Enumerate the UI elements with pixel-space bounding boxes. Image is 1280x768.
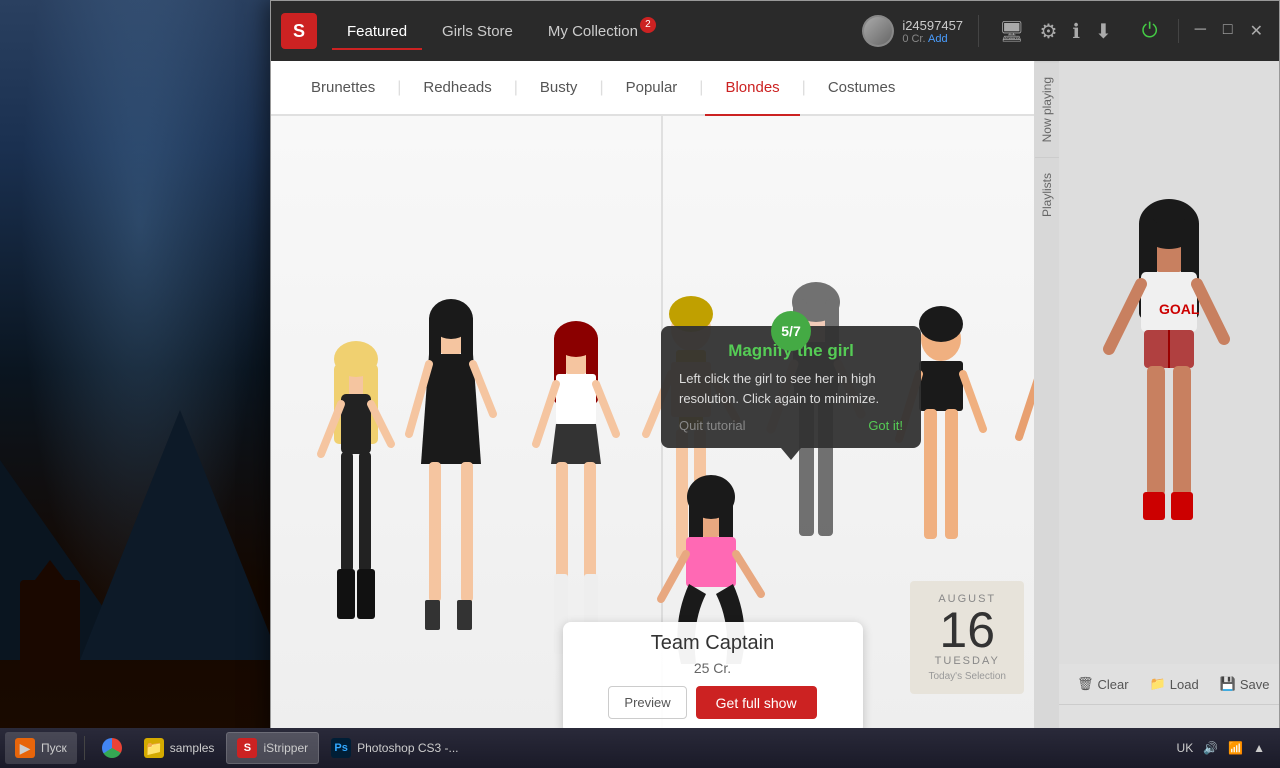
taskbar-photoshop[interactable]: Ps Photoshop CS3 -... bbox=[321, 732, 468, 764]
network-icon: 📶 bbox=[1228, 741, 1243, 755]
close-button[interactable]: ✕ bbox=[1244, 19, 1269, 43]
monitor-icon[interactable]: 🖥 bbox=[999, 19, 1024, 44]
logo-button[interactable]: S bbox=[281, 13, 317, 49]
load-icon: 📁 bbox=[1150, 676, 1166, 692]
desktop-background bbox=[0, 0, 280, 740]
my-collection-badge: 2 bbox=[640, 17, 656, 33]
preview-button[interactable]: Preview bbox=[608, 686, 686, 719]
cat-tab-busty[interactable]: Busty bbox=[520, 61, 598, 116]
calendar-day: 16 bbox=[928, 605, 1006, 655]
cat-tab-brunettes[interactable]: Brunettes bbox=[291, 61, 395, 116]
save-icon: 💾 bbox=[1220, 676, 1236, 692]
taskbar-start-button[interactable]: ▶ Пуск bbox=[5, 732, 77, 764]
main-content: Brunettes | Redheads | Busty | Popular |… bbox=[271, 61, 1034, 744]
right-panel-content: GOAL bbox=[1059, 61, 1279, 744]
cat-tab-blondes[interactable]: Blondes bbox=[705, 61, 799, 116]
tutorial-counter: 5/7 bbox=[771, 311, 811, 351]
nav-tab-girls-store[interactable]: Girls Store bbox=[427, 15, 528, 48]
calendar-weekday: TUESDAY bbox=[928, 655, 1006, 667]
info-icon[interactable]: ℹ bbox=[1072, 19, 1080, 44]
start-icon: ▶ bbox=[15, 738, 35, 758]
models-grid: Team Captain 25 Cr. Preview Get full sho… bbox=[271, 116, 1034, 744]
photoshop-label: Photoshop CS3 -... bbox=[357, 741, 458, 755]
model-credits: 25 Cr. bbox=[583, 660, 843, 676]
quit-tutorial-link[interactable]: Quit tutorial bbox=[679, 418, 745, 433]
save-button[interactable]: 💾 Save bbox=[1212, 672, 1278, 696]
cat-tab-costumes[interactable]: Costumes bbox=[808, 61, 916, 116]
calendar-widget: AUGUST 16 TUESDAY Today's Selection bbox=[910, 581, 1024, 694]
taskbar-chrome[interactable] bbox=[92, 732, 132, 764]
language-indicator: UK bbox=[1177, 741, 1194, 755]
add-credits-link[interactable]: Add bbox=[928, 33, 948, 45]
tab-playlists[interactable]: Playlists bbox=[1035, 157, 1059, 232]
right-panel: GOAL bbox=[1059, 61, 1279, 744]
istripper-icon: S bbox=[237, 738, 257, 758]
folder-icon: 📁 bbox=[144, 738, 164, 758]
model-name: Team Captain bbox=[583, 632, 843, 655]
toolbar-icons: 🖥 ⚙ ℹ ⬇ bbox=[989, 19, 1122, 44]
start-label: Пуск bbox=[41, 741, 67, 755]
arrow-up-icon[interactable]: ▲ bbox=[1253, 741, 1265, 755]
svg-text:GOAL: GOAL bbox=[1159, 301, 1200, 317]
window-controls: ─ □ ✕ bbox=[1178, 19, 1269, 43]
tab-now-playing[interactable]: Now playing bbox=[1035, 61, 1059, 157]
nav-tab-featured[interactable]: Featured bbox=[332, 15, 422, 48]
download-icon[interactable]: ⬇ bbox=[1095, 19, 1112, 44]
user-credits: 0 Cr. Add bbox=[902, 33, 963, 45]
cat-tab-popular[interactable]: Popular bbox=[606, 61, 698, 116]
model-figure-2[interactable] bbox=[401, 284, 501, 744]
nav-tab-my-collection[interactable]: My Collection 2 bbox=[533, 15, 658, 48]
title-bar: S Featured Girls Store My Collection 2 i… bbox=[271, 1, 1279, 61]
got-it-button[interactable]: Got it! bbox=[868, 418, 903, 433]
istripper-label: iStripper bbox=[263, 741, 308, 755]
taskbar-istripper[interactable]: S iStripper bbox=[226, 732, 319, 764]
now-playing-display: GOAL bbox=[1059, 61, 1279, 664]
power-icon[interactable]: ⏻ bbox=[1132, 20, 1168, 43]
user-details: i24597457 0 Cr. Add bbox=[902, 18, 963, 45]
app-window: S Featured Girls Store My Collection 2 i… bbox=[270, 0, 1280, 745]
main-nav: Featured Girls Store My Collection 2 bbox=[332, 15, 847, 48]
get-full-show-button[interactable]: Get full show bbox=[696, 686, 817, 719]
models-background: Team Captain 25 Cr. Preview Get full sho… bbox=[271, 116, 1034, 744]
maximize-button[interactable]: □ bbox=[1217, 19, 1239, 43]
model-figure-1[interactable] bbox=[311, 324, 401, 744]
title-bar-right: i24597457 0 Cr. Add 🖥 ⚙ ℹ ⬇ ⏻ ─ □ ✕ bbox=[847, 15, 1269, 47]
settings-icon[interactable]: ⚙ bbox=[1039, 19, 1057, 44]
tooltip-actions: Quit tutorial Got it! bbox=[679, 418, 903, 433]
speaker-icon[interactable]: 🔊 bbox=[1203, 741, 1218, 755]
content-area: Brunettes | Redheads | Busty | Popular |… bbox=[271, 61, 1279, 744]
folder-label: samples bbox=[170, 741, 215, 755]
user-name: i24597457 bbox=[902, 18, 963, 33]
tooltip-arrow bbox=[781, 448, 801, 460]
minimize-button[interactable]: ─ bbox=[1189, 19, 1212, 43]
side-tabs: Now playing Playlists bbox=[1034, 61, 1059, 744]
tutorial-body: Left click the girl to see her in high r… bbox=[679, 369, 903, 408]
tutorial-tooltip: 5/7 Magnify the girl Left click the girl… bbox=[661, 326, 921, 448]
user-info: i24597457 0 Cr. Add bbox=[847, 15, 979, 47]
clear-icon: 🗑 bbox=[1077, 676, 1094, 692]
clear-button[interactable]: 🗑 Clear bbox=[1069, 672, 1137, 696]
avatar bbox=[862, 15, 894, 47]
todays-selection-label[interactable]: Today's Selection bbox=[928, 671, 1006, 682]
load-button[interactable]: 📁 Load bbox=[1142, 672, 1207, 696]
chrome-icon bbox=[102, 738, 122, 758]
right-toolbar: 🗑 Clear 📁 Load 💾 Save bbox=[1059, 664, 1279, 705]
taskbar-tray: UK 🔊 📶 ▲ bbox=[1177, 741, 1275, 755]
photoshop-icon: Ps bbox=[331, 738, 351, 758]
taskbar-folder[interactable]: 📁 samples bbox=[134, 732, 225, 764]
category-tabs: Brunettes | Redheads | Busty | Popular |… bbox=[271, 61, 1034, 116]
taskbar: ▶ Пуск 📁 samples S iStripper Ps Photosho… bbox=[0, 728, 1280, 768]
cat-tab-redheads[interactable]: Redheads bbox=[403, 61, 511, 116]
model-card: Team Captain 25 Cr. Preview Get full sho… bbox=[563, 622, 863, 734]
